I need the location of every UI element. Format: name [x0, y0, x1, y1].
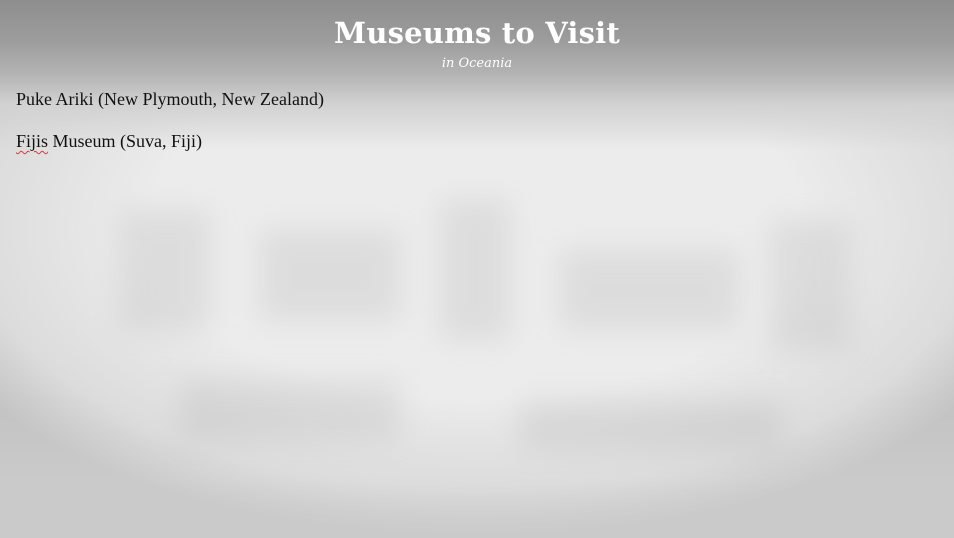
list-item-fiji-museum[interactable]: Fijis Museum (Suva, Fiji): [16, 131, 324, 151]
list-item-puke-ariki[interactable]: Puke Ariki (New Plymouth, New Zealand): [16, 89, 324, 109]
background-bottom-band: [0, 0, 954, 538]
museum-list[interactable]: Puke Ariki (New Plymouth, New Zealand) F…: [16, 89, 324, 173]
background-top-band: [0, 0, 954, 538]
slide-title[interactable]: Museums to Visit: [0, 16, 954, 50]
background-texture: [120, 200, 850, 450]
slide-subtitle[interactable]: in Oceania: [0, 56, 954, 71]
spellcheck-flagged-word[interactable]: Fijis: [16, 131, 48, 151]
list-item-text: Puke Ariki (New Plymouth, New Zealand): [16, 89, 324, 109]
background-vignette: [0, 0, 954, 538]
slide: Museums to Visit in Oceania Puke Ariki (…: [0, 0, 954, 538]
list-item-text: Museum (Suva, Fiji): [48, 131, 203, 151]
